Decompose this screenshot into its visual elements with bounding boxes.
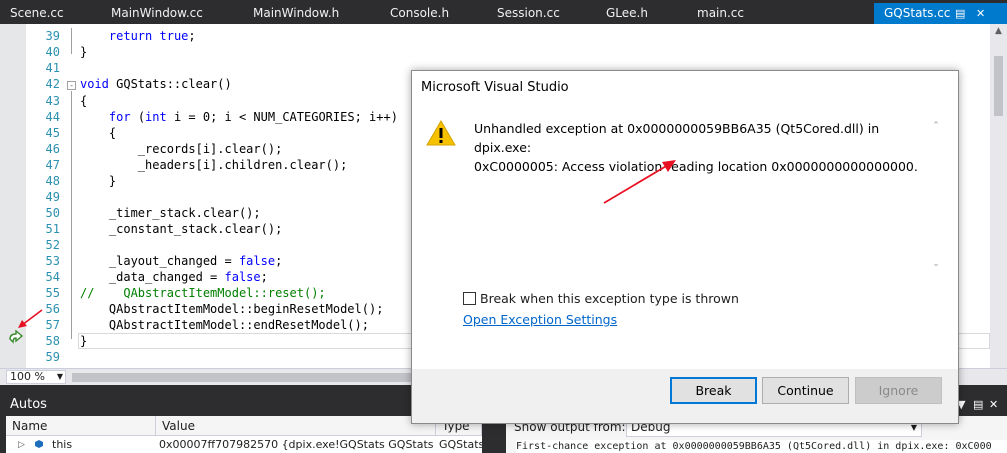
line-number: 53 — [45, 254, 60, 268]
autos-row-type[interactable]: GQStats — [439, 437, 482, 453]
tab-scene-cc[interactable]: Scene.cc — [0, 3, 88, 24]
column-header-value[interactable]: Value — [156, 416, 436, 436]
code-line[interactable]: QAbstractItemModel::endResetModel(); — [80, 317, 369, 333]
exception-message-line: Unhandled exception at 0x0000000059BB6A3… — [474, 121, 880, 155]
close-tab-icon[interactable]: ✕ — [976, 3, 985, 24]
line-number: 42 — [45, 77, 60, 91]
document-tab-strip: Scene.cc MainWindow.cc MainWindow.h Cons… — [0, 0, 1007, 24]
autos-row-value[interactable]: 0x00007ff707982570 {dpix.exe!GQStats GQS… — [159, 437, 434, 453]
close-panel-icon[interactable]: ✕ — [989, 398, 998, 411]
code-line[interactable]: } — [80, 44, 87, 60]
open-exception-settings-link[interactable]: Open Exception Settings — [463, 312, 617, 328]
code-keyword: true — [159, 29, 189, 43]
exception-message: Unhandled exception at 0x0000000059BB6A3… — [474, 119, 926, 176]
code-line[interactable]: _timer_stack.clear(); — [80, 205, 261, 221]
code-line[interactable]: _layout_changed = false; — [80, 253, 282, 269]
message-scrollbar[interactable]: ⌃ ⌄ — [929, 115, 943, 275]
line-number: 51 — [45, 222, 60, 236]
break-button[interactable]: Break — [670, 377, 757, 404]
code-line[interactable]: void GQStats::clear() — [80, 76, 232, 92]
line-number: 54 — [45, 270, 60, 284]
code-keyword: return — [108, 29, 153, 43]
dialog-title: Microsoft Visual Studio — [421, 80, 569, 95]
outline-scope-line — [71, 28, 72, 54]
exception-message-line: 0xC0000005: Access violation reading loc… — [474, 159, 918, 174]
tab-glee-h[interactable]: GLee.h — [596, 3, 686, 24]
checkbox-label: Break when this exception type is thrown — [480, 291, 739, 306]
tab-console-h[interactable]: Console.h — [380, 3, 480, 24]
tab-session-cc[interactable]: Session.cc — [487, 3, 573, 24]
code-line[interactable]: return true; — [80, 28, 196, 44]
line-number: 49 — [45, 190, 60, 204]
code-keyword: for — [108, 110, 131, 124]
tab-mainwindow-cc[interactable]: MainWindow.cc — [101, 3, 229, 24]
code-keyword: false — [224, 270, 261, 284]
line-number: 41 — [45, 61, 60, 75]
column-header-name[interactable]: Name — [6, 416, 156, 436]
code-keyword: void — [80, 77, 109, 91]
line-number: 45 — [45, 126, 60, 140]
break-on-exception-checkbox[interactable] — [463, 292, 476, 305]
code-keyword: false — [238, 254, 276, 268]
line-number: 43 — [45, 94, 60, 108]
break-on-exception-option[interactable]: Break when this exception type is thrown — [463, 291, 739, 307]
code-line[interactable]: { — [80, 93, 87, 109]
code-line[interactable]: } — [80, 333, 87, 349]
autohide-panel-icon[interactable]: ▤ — [973, 398, 983, 411]
line-number: 48 — [45, 174, 60, 188]
autos-row-name[interactable]: this — [52, 437, 152, 453]
scroll-up-icon[interactable]: ▲ — [990, 24, 1007, 38]
exception-dialog: Microsoft Visual Studio Unhandled except… — [411, 70, 959, 424]
outline-scope-line — [71, 91, 72, 339]
horizontal-scrollbar-thumb[interactable] — [72, 373, 412, 382]
pin-tab-icon[interactable]: ▤ — [955, 3, 965, 24]
code-line[interactable]: _headers[i].children.clear(); — [80, 157, 348, 173]
zoom-select[interactable]: 100 % ▼ — [6, 370, 66, 384]
line-number: 46 — [45, 142, 60, 156]
code-keyword: int — [145, 110, 167, 124]
code-line[interactable]: _records[i].clear(); — [80, 141, 283, 157]
line-number: 55 — [45, 286, 60, 300]
code-line[interactable]: } — [80, 173, 116, 189]
output-log-text[interactable]: First-chance exception at 0x0000000059BB… — [516, 440, 1007, 453]
scroll-up-icon[interactable]: ⌃ — [929, 121, 943, 131]
variable-icon — [34, 437, 46, 453]
line-number: 50 — [45, 206, 60, 220]
tab-main-cc[interactable]: main.cc — [687, 3, 787, 24]
line-number: 52 — [45, 238, 60, 252]
annotation-arrow-icon — [18, 309, 43, 328]
zoom-value: 100 % — [10, 370, 45, 383]
line-number: 47 — [45, 158, 60, 172]
line-number: 44 — [45, 110, 60, 124]
editor-vertical-scrollbar[interactable]: ▲ — [990, 24, 1007, 368]
code-line[interactable]: { — [80, 125, 116, 141]
code-line[interactable]: for (int i = 0; i < NUM_CATEGORIES; i++) — [80, 109, 398, 125]
warning-icon — [426, 120, 456, 146]
dialog-button-bar: Break Continue Ignore — [412, 369, 958, 423]
ignore-button: Ignore — [855, 377, 942, 404]
code-line[interactable]: _constant_stack.clear(); — [80, 221, 282, 237]
code-line-comment[interactable]: // QAbstractItemModel::reset(); — [80, 285, 326, 301]
scrollbar-thumb[interactable] — [994, 56, 1003, 116]
chevron-down-icon: ▼ — [56, 372, 63, 381]
line-number: 39 — [45, 29, 60, 43]
code-line[interactable]: _data_changed = false; — [80, 269, 268, 285]
collapse-toggle-icon[interactable]: - — [67, 81, 76, 90]
next-statement-arrow-icon — [9, 330, 24, 344]
line-number: 58 — [45, 334, 60, 348]
code-line[interactable]: QAbstractItemModel::beginResetModel(); — [80, 301, 384, 317]
line-number: 59 — [45, 350, 60, 364]
scroll-down-icon[interactable]: ⌄ — [929, 259, 943, 269]
tab-mainwindow-h[interactable]: MainWindow.h — [243, 3, 371, 24]
continue-button[interactable]: Continue — [762, 377, 849, 404]
line-number: 40 — [45, 45, 60, 59]
tab-gqstats-cc[interactable]: GQStats.cc — [874, 3, 1007, 24]
dialog-body: Unhandled exception at 0x0000000059BB6A3… — [412, 105, 958, 375]
annotation-arrow-icon — [603, 160, 676, 204]
